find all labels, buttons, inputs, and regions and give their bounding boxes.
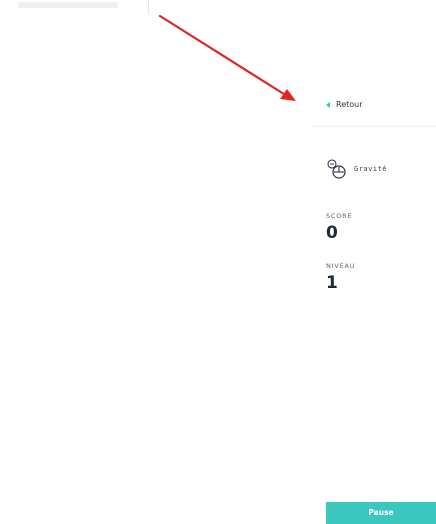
divider — [312, 126, 436, 127]
top-left-field — [0, 0, 149, 14]
back-link[interactable]: Retour — [326, 100, 363, 109]
game-side-panel: Retour Gravité SCORE 0 NIVEAU 1 Pause — [312, 82, 436, 524]
game-mode-label: Gravité — [354, 165, 388, 173]
back-link-label: Retour — [336, 100, 363, 109]
pause-button[interactable]: Pause — [326, 502, 436, 524]
score-label: SCORE — [326, 212, 353, 220]
chevron-left-icon — [326, 101, 330, 108]
game-mode: Gravité — [326, 158, 387, 180]
level-value: 1 — [326, 273, 338, 293]
gravity-icon — [327, 159, 346, 179]
score-value: 0 — [326, 223, 338, 243]
faded-placeholder — [18, 2, 118, 8]
level-label: NIVEAU — [326, 262, 356, 270]
